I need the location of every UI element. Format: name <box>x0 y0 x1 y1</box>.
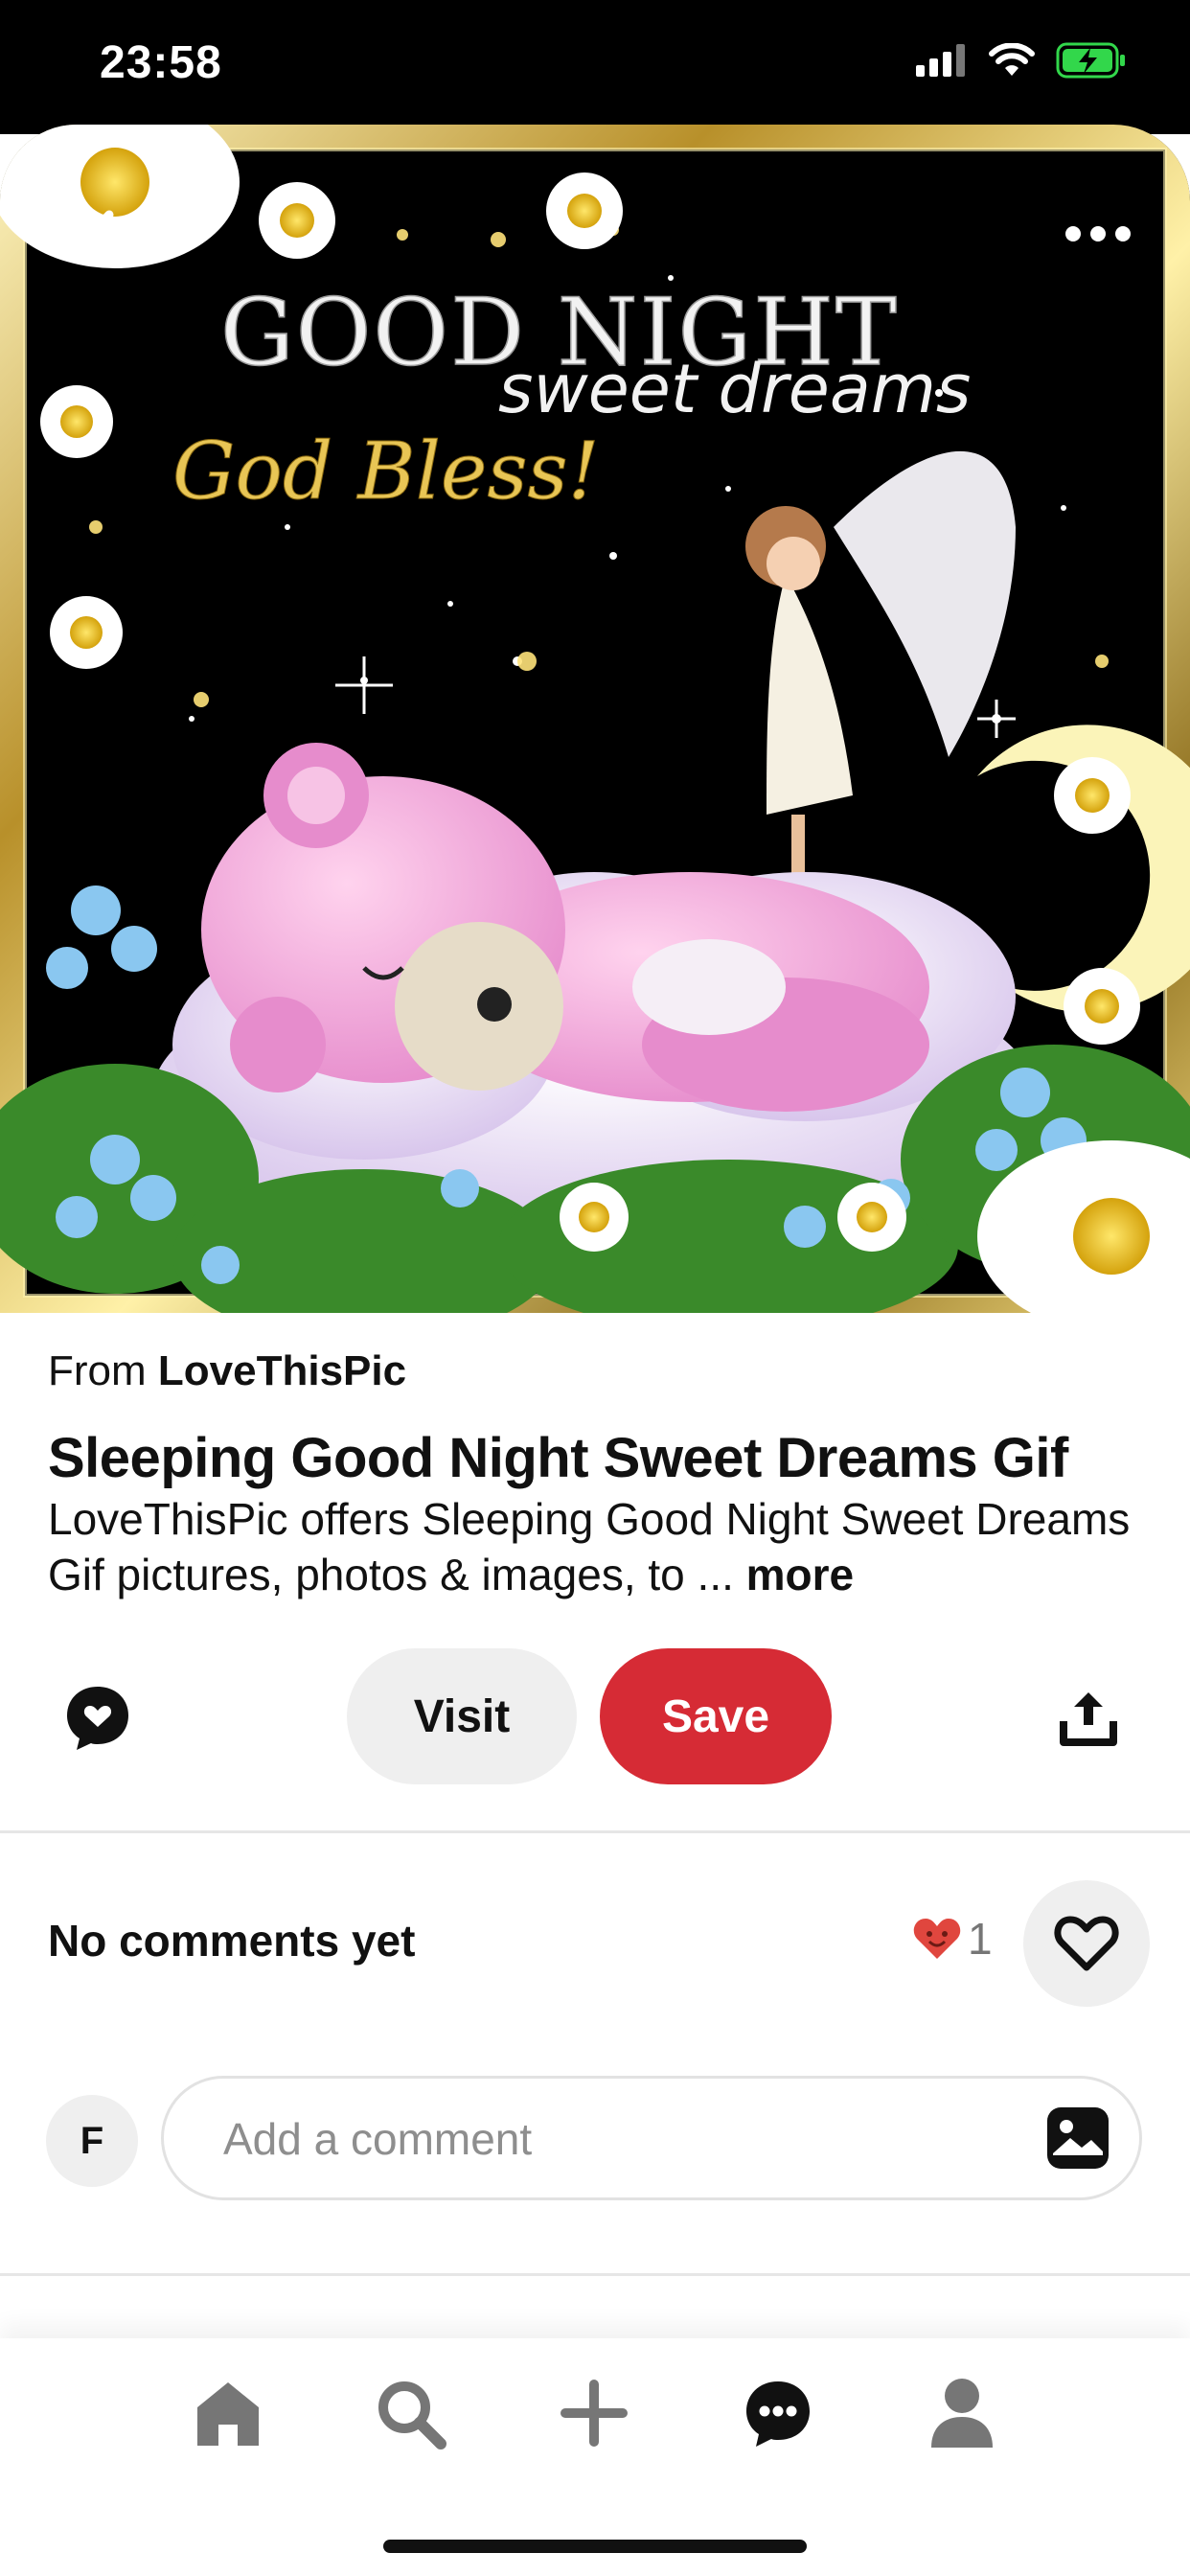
pin-description-text: LoveThisPic offers Sleeping Good Night S… <box>48 1494 1131 1599</box>
status-time: 23:58 <box>100 37 222 88</box>
pin-title: Sleeping Good Night Sweet Dreams Gif <box>48 1427 1068 1489</box>
create-plus-icon <box>561 2380 628 2447</box>
avatar[interactable]: F <box>46 2095 138 2187</box>
reaction-heart-icon <box>913 1919 961 1959</box>
heart-outline-icon <box>1054 1916 1119 1971</box>
pin-illustration: GOOD NIGHT sweet dreams God Bless! <box>0 125 1190 1313</box>
comment-field[interactable] <box>161 2076 1142 2200</box>
wifi-icon <box>989 43 1035 76</box>
signal-icon <box>916 44 965 77</box>
comment-bubble-icon[interactable] <box>63 1683 132 1752</box>
description-more-link[interactable]: more <box>746 1550 854 1599</box>
image-text-godbless: God Bless! <box>172 426 600 518</box>
back-chevron-icon[interactable] <box>67 201 134 268</box>
add-photo-icon[interactable] <box>1045 2105 1110 2171</box>
reaction-count: 1 <box>968 1914 993 1964</box>
source-name-link[interactable]: LoveThisPic <box>158 1347 406 1394</box>
bottom-nav <box>0 2338 1190 2576</box>
battery-charging-icon <box>1056 42 1125 79</box>
visit-button[interactable]: Visit <box>347 1648 577 1784</box>
source-prefix: From <box>48 1347 147 1394</box>
comment-input[interactable] <box>221 2079 992 2199</box>
share-icon[interactable] <box>1058 1687 1119 1748</box>
pin-description: LoveThisPic offers Sleeping Good Night S… <box>48 1491 1140 1602</box>
pin-image[interactable]: GOOD NIGHT sweet dreams God Bless! <box>0 125 1190 1313</box>
home-indicator <box>383 2540 807 2553</box>
section-divider <box>0 2273 1190 2276</box>
nav-profile[interactable] <box>922 2373 1002 2453</box>
nav-search[interactable] <box>370 2373 450 2453</box>
section-divider <box>0 1830 1190 1833</box>
profile-icon <box>931 2379 993 2448</box>
status-bar: 23:58 <box>0 0 1190 134</box>
nav-messages[interactable] <box>738 2373 818 2453</box>
save-button[interactable]: Save <box>600 1648 832 1784</box>
nav-create[interactable] <box>554 2373 634 2453</box>
home-icon <box>197 2382 259 2446</box>
messages-icon <box>746 2381 810 2447</box>
image-text-sweetdreams: sweet dreams <box>498 350 971 428</box>
pin-source: From LoveThisPic <box>48 1347 406 1395</box>
search-icon <box>378 2381 446 2450</box>
no-comments-label: No comments yet <box>48 1916 416 1966</box>
status-icons <box>916 42 1127 79</box>
reaction-summary[interactable]: 1 <box>912 1913 993 1965</box>
nav-home[interactable] <box>188 2373 268 2453</box>
more-options-icon[interactable] <box>1062 207 1134 261</box>
like-button[interactable] <box>1023 1880 1150 2007</box>
